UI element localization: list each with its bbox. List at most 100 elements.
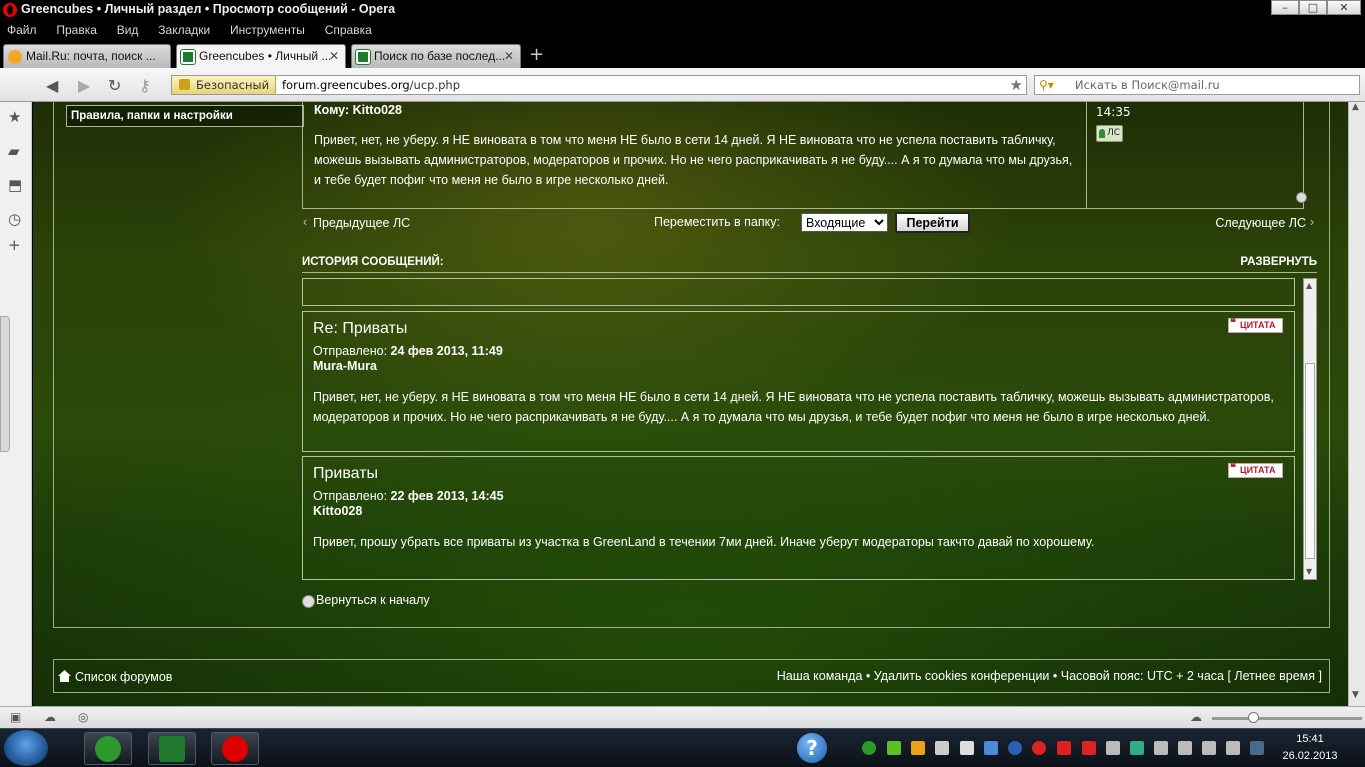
post-title: Приваты — [313, 465, 379, 482]
opera-icon — [222, 736, 248, 762]
scroll-down-icon[interactable]: ▼ — [1306, 567, 1312, 576]
flag-tray-icon[interactable] — [1106, 741, 1120, 755]
key-icon[interactable]: ⚷ — [139, 76, 151, 95]
scroll-down-icon[interactable]: ▼ — [1352, 690, 1359, 700]
close-tab-icon[interactable]: ✕ — [504, 49, 514, 63]
to-label: Кому: — [314, 103, 350, 117]
history-spacer — [302, 278, 1295, 306]
start-button[interactable] — [4, 730, 48, 766]
title-bar: Greencubes • Личный раздел • Просмотр со… — [0, 0, 1365, 20]
t-tray-icon[interactable] — [1082, 741, 1096, 755]
page-scrollbar[interactable]: ▲ ▼ — [1348, 102, 1365, 706]
app2-tray-icon[interactable] — [1057, 741, 1071, 755]
utorrent-tray-icon[interactable] — [862, 741, 876, 755]
address-toolbar: ◀ ▶ ↻ ⚷ Безопасный forum.greencubes.org/… — [0, 68, 1365, 102]
search-field[interactable]: ⚲▾ Искать в Поиск@mail.ru — [1034, 75, 1360, 95]
secure-badge[interactable]: Безопасный — [172, 76, 277, 94]
menu-tools[interactable]: Инструменты — [223, 20, 305, 37]
language-tray-icon[interactable] — [1250, 741, 1264, 755]
minimize-button[interactable]: – — [1271, 0, 1299, 15]
scroll-thumb[interactable] — [1305, 363, 1315, 559]
menu-view[interactable]: Вид — [110, 20, 139, 37]
opera-tray-icon[interactable] — [1032, 741, 1046, 755]
notes-icon[interactable]: ▰ — [8, 142, 20, 160]
next-pm-link[interactable]: Следующее ЛС — [1215, 215, 1313, 230]
footer-bar: Список форумов Наша команда • Удалить co… — [53, 659, 1330, 693]
pm-button[interactable]: ЛС — [1096, 125, 1123, 142]
back-to-top-link[interactable]: Вернуться к началу — [302, 593, 430, 608]
go-top-icon[interactable] — [1296, 192, 1307, 203]
menu-help[interactable]: Справка — [318, 20, 372, 37]
taskbar-opera[interactable] — [211, 732, 259, 765]
scroll-up-icon[interactable]: ▲ — [1352, 102, 1359, 112]
page-viewport: Правила, папки и настройки Кому: Kitto02… — [33, 102, 1348, 706]
download-tray-icon[interactable] — [887, 741, 901, 755]
panel-toggle-icon[interactable]: ▣ — [10, 710, 21, 724]
new-tab-icon[interactable]: + — [529, 44, 544, 65]
tab-search[interactable]: Поиск по базе послед... ✕ — [351, 44, 521, 68]
menu-file[interactable]: Файл — [0, 20, 37, 37]
close-button[interactable]: ✕ — [1327, 0, 1361, 15]
maximize-button[interactable]: □ — [1299, 0, 1327, 15]
history-header: ИСТОРИЯ СООБЩЕНИЙ: РАЗВЕРНУТЬ — [302, 256, 1317, 273]
go-button[interactable]: Перейти — [895, 212, 970, 233]
opera-logo-icon[interactable] — [3, 3, 17, 17]
clock-date: 26.02.2013 — [1282, 750, 1338, 762]
mailru-icon — [8, 50, 22, 64]
menu-edit[interactable]: Правка — [49, 20, 97, 37]
taskbar-greencubes[interactable] — [148, 732, 196, 765]
display-tray-icon[interactable] — [1178, 741, 1192, 755]
help-icon[interactable]: ? — [797, 733, 827, 763]
network-tray-icon[interactable] — [935, 741, 949, 755]
m-tray-icon[interactable] — [1130, 741, 1144, 755]
reload-icon[interactable]: ↻ — [108, 76, 121, 95]
bookmarks-icon[interactable]: ★ — [8, 108, 21, 126]
downloads-icon[interactable]: ⬒ — [8, 176, 22, 194]
prev-pm-link[interactable]: Предыдущее ЛС — [303, 215, 410, 230]
close-tab-icon[interactable]: ✕ — [329, 49, 339, 63]
view-icon[interactable]: ☁ — [1190, 710, 1202, 724]
volume-tray-icon[interactable] — [1226, 741, 1240, 755]
tab-mailru[interactable]: Mail.Ru: почта, поиск ... — [3, 44, 171, 68]
clock[interactable]: 15:41 26.02.2013 — [1275, 731, 1345, 765]
url-text[interactable]: forum.greencubes.org/ucp.php — [282, 78, 460, 92]
window-tray-icon[interactable] — [960, 741, 974, 755]
home-icon[interactable] — [58, 670, 71, 682]
zoom-slider-knob[interactable] — [1248, 712, 1259, 723]
history-scrollbar[interactable]: ▲ ▼ — [1303, 278, 1317, 580]
history-icon[interactable]: ◷ — [8, 210, 21, 228]
status-bar: ▣ ☁ ◎ ☁ — [0, 706, 1365, 728]
zoom-slider[interactable] — [1212, 712, 1362, 723]
tab-greencubes[interactable]: Greencubes • Личный ... ✕ — [176, 44, 346, 68]
forward-icon[interactable]: ▶ — [78, 76, 90, 95]
url-path: /ucp.php — [409, 78, 461, 92]
forum-list-link[interactable]: Список форумов — [75, 670, 172, 684]
add-panel-icon[interactable]: + — [8, 236, 21, 254]
expand-link[interactable]: РАЗВЕРНУТЬ — [1240, 256, 1317, 268]
author-column: 14:35 ЛС — [1086, 102, 1304, 209]
search-engine-icon[interactable]: ⚲▾ — [1039, 78, 1054, 92]
side-panel-toggle[interactable] — [0, 316, 10, 452]
back-icon[interactable]: ◀ — [46, 76, 58, 95]
post-author[interactable]: Mura-Mura — [313, 359, 377, 373]
monitor-tray-icon[interactable] — [984, 741, 998, 755]
turbo-icon[interactable]: ◎ — [78, 710, 88, 724]
folder-select[interactable]: Входящие — [801, 213, 888, 232]
post-author[interactable]: Kitto028 — [313, 504, 362, 518]
taskbar-utorrent[interactable] — [84, 732, 132, 765]
tool-tray-icon[interactable] — [1154, 741, 1168, 755]
sidebar-item-folders-settings[interactable]: Правила, папки и настройки — [66, 105, 304, 127]
scroll-up-icon[interactable]: ▲ — [1306, 281, 1312, 290]
footer-links[interactable]: Наша команда • Удалить cookies конференц… — [777, 669, 1322, 683]
address-field[interactable]: Безопасный forum.greencubes.org/ucp.php … — [171, 75, 1027, 95]
signal-tray-icon[interactable] — [1202, 741, 1216, 755]
to-user[interactable]: Kitto028 — [353, 103, 402, 117]
quote-button[interactable]: ЦИТАТА — [1228, 316, 1283, 333]
bluetooth-tray-icon[interactable] — [1008, 741, 1022, 755]
unite-icon[interactable]: ☁ — [44, 710, 56, 724]
quote-button[interactable]: ЦИТАТА — [1228, 461, 1283, 478]
menu-bookmarks[interactable]: Закладки — [151, 20, 210, 37]
app-tray-icon[interactable] — [911, 741, 925, 755]
menu-bar: Файл Правка Вид Закладки Инструменты Спр… — [0, 20, 1365, 40]
bookmark-star-icon[interactable]: ★ — [1010, 76, 1023, 94]
